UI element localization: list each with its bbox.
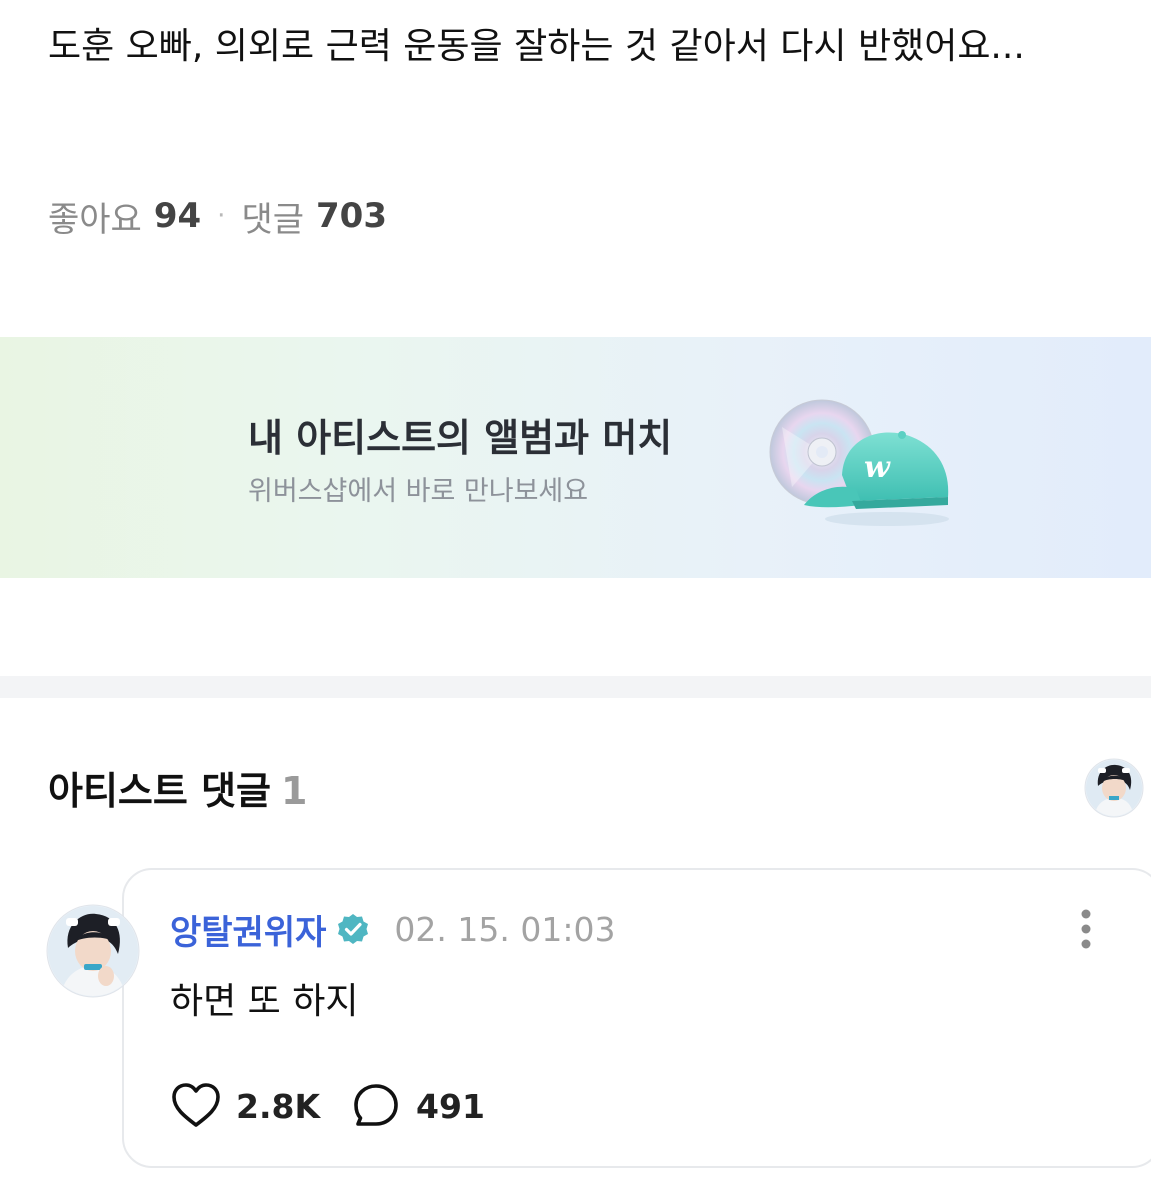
comment-author-row: 앙탈권위자 02. 15. 01:03 xyxy=(170,905,616,954)
comment-actions: 2.8K 491 xyxy=(170,1080,515,1132)
shop-banner[interactable]: 내 아티스트의 앨범과 머치 위버스샵에서 바로 만나보세요 w xyxy=(0,337,1151,578)
post-text: 도훈 오빠, 의외로 근력 운동을 잘하는 것 같아서 다시 반했어요... xyxy=(48,26,1025,67)
comments-label: 댓글 xyxy=(241,199,304,240)
comment-body: 하면 또 하지 xyxy=(170,981,359,1022)
reply-count: 491 xyxy=(416,1086,485,1126)
banner-title: 내 아티스트의 앨범과 머치 xyxy=(248,416,673,460)
artist-comments-count: 1 xyxy=(281,769,308,813)
speech-bubble-icon xyxy=(354,1084,398,1126)
like-button[interactable]: 2.8K xyxy=(170,1082,320,1130)
stats-separator: · xyxy=(217,201,226,231)
likes-count[interactable]: 94 xyxy=(154,196,201,236)
post-stats: 좋아요 94 · 댓글 703 xyxy=(48,192,387,240)
artist-comments-title: 아티스트 댓글 1 xyxy=(48,760,307,815)
reply-button[interactable]: 491 xyxy=(350,1082,485,1130)
more-options-icon[interactable] xyxy=(1072,905,1100,953)
likes-label: 좋아요 xyxy=(48,199,142,240)
artist-avatar[interactable] xyxy=(1084,758,1144,818)
album-merch-illustration: w xyxy=(769,399,949,526)
banner-subtitle: 위버스샵에서 바로 만나보세요 xyxy=(248,476,589,507)
verified-badge-icon xyxy=(338,914,369,944)
artist-comments-label: 아티스트 댓글 xyxy=(48,769,271,813)
comments-count[interactable]: 703 xyxy=(316,196,387,236)
comment-author-name[interactable]: 앙탈권위자 xyxy=(170,905,326,954)
comment-date: 02. 15. 01:03 xyxy=(394,909,616,949)
commenter-avatar[interactable] xyxy=(46,904,140,998)
svg-text:w: w xyxy=(864,450,891,485)
section-divider xyxy=(0,676,1151,698)
like-count: 2.8K xyxy=(236,1086,321,1126)
heart-icon xyxy=(172,1083,220,1127)
